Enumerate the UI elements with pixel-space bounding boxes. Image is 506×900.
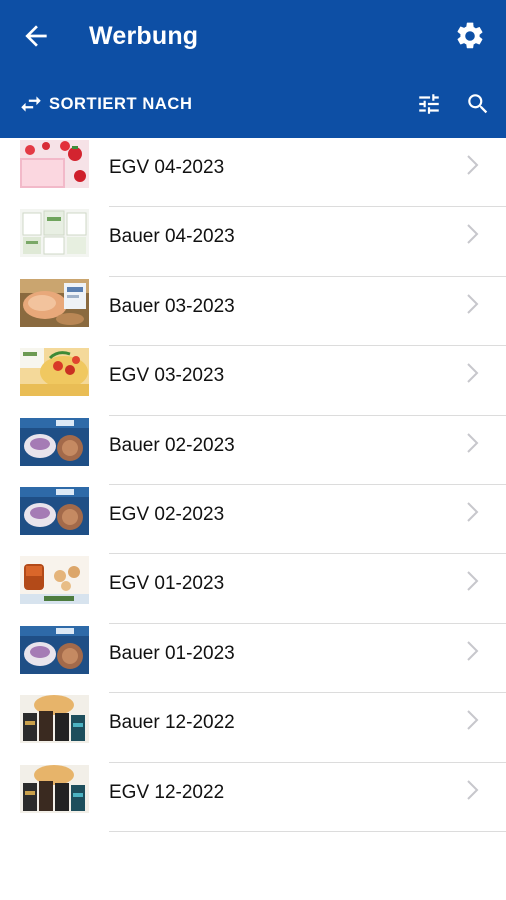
sort-bar: SORTIERT NACH — [0, 82, 506, 126]
gear-icon[interactable] — [454, 20, 486, 52]
dark-packages-thumbnail — [20, 764, 89, 813]
dessert-blue-thumbnail — [20, 625, 89, 674]
list-item-label: EGV 12-2022 — [109, 781, 225, 803]
list-item-label: EGV 03-2023 — [109, 365, 225, 387]
list-item-label: EGV 04-2023 — [109, 157, 225, 178]
list-item-label: EGV 01-2023 — [109, 573, 225, 595]
list-item[interactable]: EGV 01-2023 — [0, 554, 506, 624]
dessert-blue-thumbnail — [20, 417, 89, 466]
app-bar: Werbung SORTIERT NACH — [0, 0, 506, 138]
chevron-right-icon — [467, 155, 479, 175]
list-item[interactable]: EGV 04-2023 — [0, 138, 506, 208]
chevron-right-icon — [467, 710, 479, 730]
arrow-back-icon[interactable] — [20, 20, 52, 52]
chevron-right-icon — [467, 432, 479, 453]
list-item[interactable]: Bauer 01-2023 — [0, 624, 506, 694]
strawberry-dessert-thumbnail — [20, 140, 89, 188]
divider — [109, 830, 506, 832]
chevron-right-icon — [467, 641, 479, 661]
ad-list: EGV 04-2023 Bauer 04-2023 Bauer 03-2023 … — [0, 138, 506, 832]
chevron-right-icon — [467, 363, 479, 383]
list-item[interactable]: Bauer 04-2023 — [0, 207, 506, 277]
sliders-icon[interactable] — [416, 91, 442, 117]
chevron-right-icon — [467, 224, 479, 245]
dark-packages-thumbnail — [20, 695, 89, 744]
dessert-blue-thumbnail — [20, 486, 89, 535]
list-item-label: Bauer 01-2023 — [109, 642, 235, 664]
list-item[interactable]: EGV 12-2022 — [0, 763, 506, 832]
list-item[interactable]: EGV 02-2023 — [0, 485, 506, 555]
chevron-right-icon — [467, 294, 479, 314]
swap-arrows-icon[interactable] — [18, 91, 44, 117]
list-item-label: Bauer 12-2022 — [109, 712, 235, 734]
sort-button[interactable]: SORTIERT NACH — [49, 95, 192, 114]
list-item[interactable]: Bauer 02-2023 — [0, 416, 506, 485]
chevron-right-icon — [467, 779, 479, 800]
seafood-dish-thumbnail — [20, 278, 89, 327]
tea-cookies-thumbnail — [20, 556, 89, 605]
list-item[interactable]: Bauer 03-2023 — [0, 277, 506, 347]
chevron-right-icon — [467, 502, 479, 522]
list-item-label: Bauer 04-2023 — [109, 226, 235, 248]
list-item-label: EGV 02-2023 — [109, 503, 225, 525]
pasta-tomato-thumbnail — [20, 348, 89, 397]
search-icon[interactable] — [465, 91, 491, 117]
product-cards-thumbnail — [20, 209, 89, 258]
list-item[interactable]: EGV 03-2023 — [0, 346, 506, 416]
list-item-label: Bauer 03-2023 — [109, 295, 235, 317]
chevron-right-icon — [467, 571, 479, 592]
list-item-label: Bauer 02-2023 — [109, 434, 235, 456]
list-item[interactable]: Bauer 12-2022 — [0, 693, 506, 763]
page-title: Werbung — [89, 22, 199, 50]
